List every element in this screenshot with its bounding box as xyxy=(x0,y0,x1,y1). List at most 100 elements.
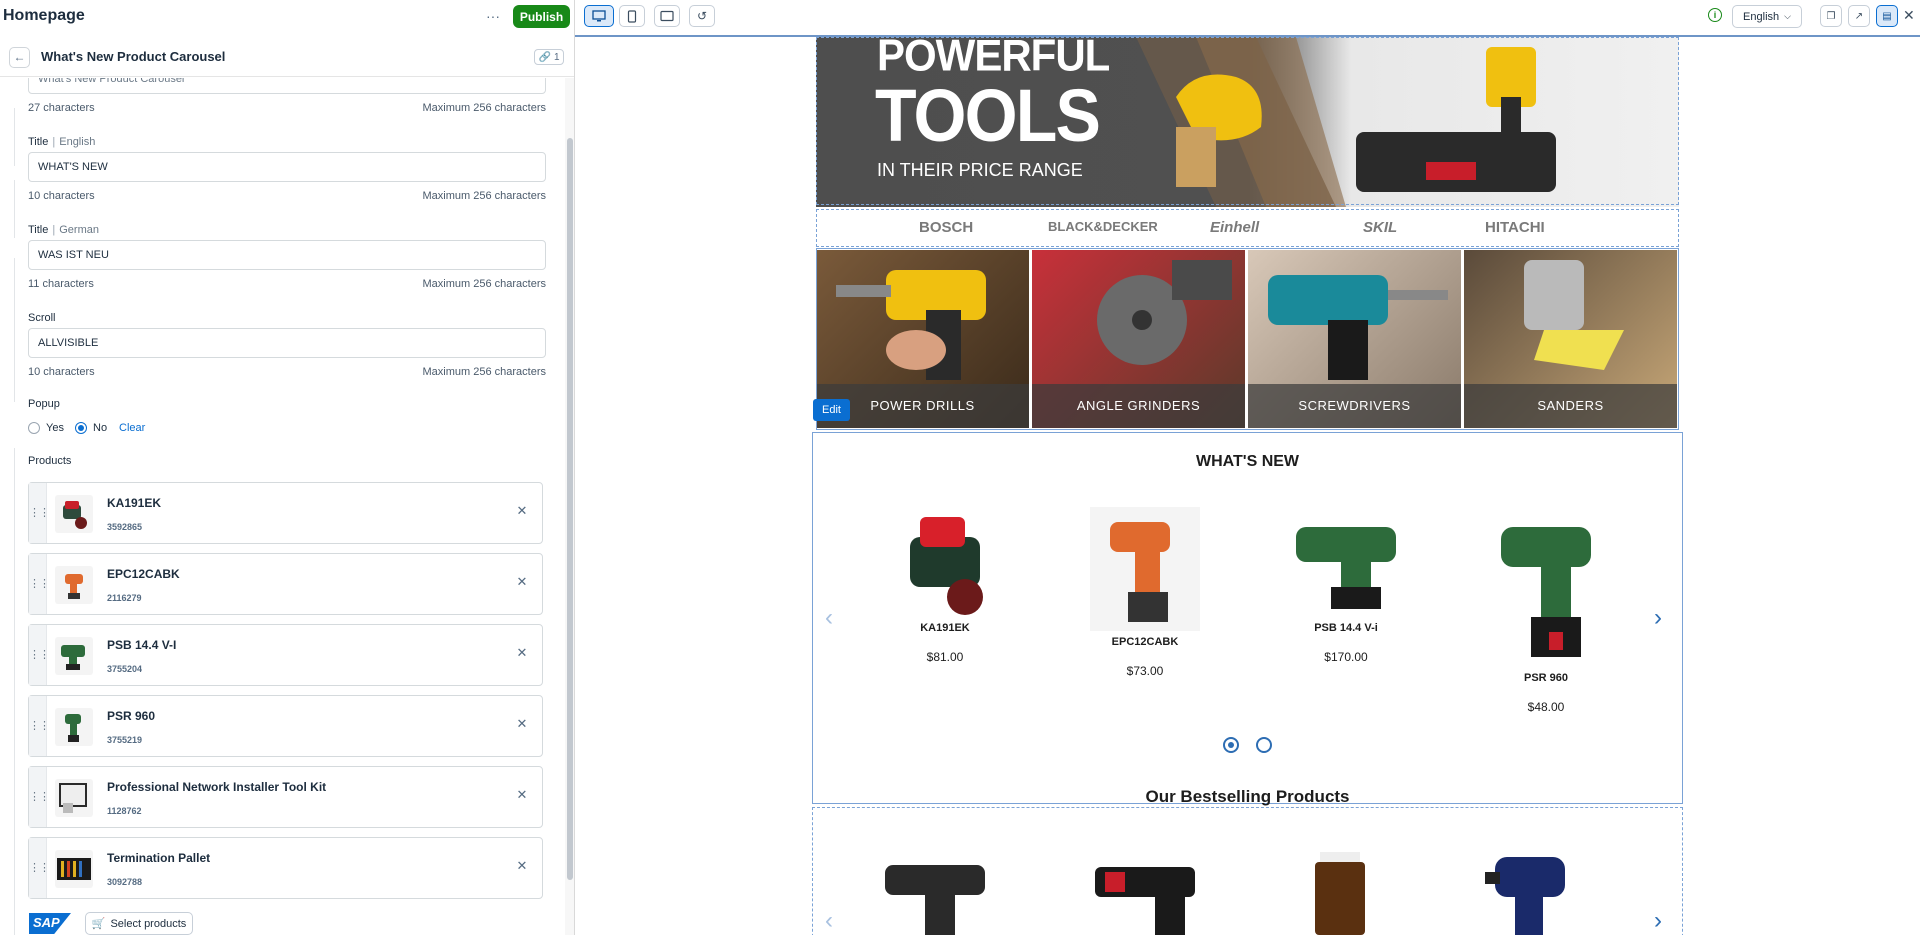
product-name: KA191EK xyxy=(920,622,970,634)
preview-toolbar: ↺ i English ⌵ ❐ ↗ ▤ ✕ xyxy=(575,0,1920,37)
desktop-icon xyxy=(592,10,606,22)
product-item[interactable]: ⋮⋮ EPC12CABK 2116279 ✕ xyxy=(28,553,543,615)
link-badge[interactable]: 🔗 1 xyxy=(534,49,564,65)
drag-handle-icon[interactable]: ⋮⋮ xyxy=(29,838,50,898)
tablet-icon xyxy=(660,10,674,22)
product-item[interactable]: ⋮⋮ PSR 960 3755219 ✕ xyxy=(28,695,543,757)
title-en-char-count: 10 characters xyxy=(28,190,95,202)
back-button[interactable]: ← xyxy=(9,47,30,68)
group-line xyxy=(14,258,15,402)
drag-handle-icon[interactable]: ⋮⋮ xyxy=(29,625,50,685)
radio-circle xyxy=(28,422,40,434)
remove-product-icon[interactable]: ✕ xyxy=(514,858,530,874)
desktop-view-button[interactable] xyxy=(584,5,614,27)
drag-handle-icon[interactable]: ⋮⋮ xyxy=(29,767,50,827)
product-thumbnail xyxy=(55,495,93,533)
product-image xyxy=(1501,527,1591,657)
product-image xyxy=(1090,507,1200,631)
editor-panel: Homepage ··· Publish ← What's New Produc… xyxy=(0,0,575,935)
scroll-max-label: Maximum 256 characters xyxy=(422,366,547,378)
component-outline xyxy=(816,248,1679,430)
group-line xyxy=(14,108,15,166)
product-name: EPC12CABK xyxy=(1111,636,1179,648)
product-name: PSB 14.4 V-i xyxy=(1314,622,1378,634)
carousel-product[interactable]: PSB 14.4 V-i $170.00 xyxy=(1276,507,1416,664)
carousel-product[interactable]: KA191EK $81.00 xyxy=(875,507,1015,664)
products-label: Products xyxy=(28,455,72,467)
product-name: KA191EK xyxy=(107,496,162,510)
select-products-button[interactable]: 🛒 Select products xyxy=(85,912,193,935)
remove-product-icon[interactable]: ✕ xyxy=(514,645,530,661)
drag-handle-icon[interactable]: ⋮⋮ xyxy=(29,554,50,614)
product-item[interactable]: ⋮⋮ PSB 14.4 V-I 3755204 ✕ xyxy=(28,624,543,686)
language-select[interactable]: English ⌵ xyxy=(1732,5,1802,28)
remove-product-icon[interactable]: ✕ xyxy=(514,503,530,519)
panel-toggle-button[interactable]: ▤ xyxy=(1876,5,1898,27)
publish-button[interactable]: Publish xyxy=(513,5,570,28)
bestselling-product-image[interactable] xyxy=(885,855,1005,935)
edit-button[interactable]: Edit xyxy=(813,399,850,421)
refresh-icon: ↺ xyxy=(696,9,708,23)
more-options-button[interactable]: ··· xyxy=(485,7,501,27)
carousel-page-dot-active[interactable] xyxy=(1223,737,1239,753)
product-price: $81.00 xyxy=(926,650,964,664)
product-name: PSR 960 xyxy=(1523,672,1569,684)
page-preview: POWERFUL TOOLS IN THEIR PRICE RANGE BOSC… xyxy=(575,37,1920,935)
component-name-input[interactable]: What's New Product Carousel xyxy=(28,78,546,94)
scrollbar-thumb[interactable] xyxy=(567,138,573,880)
product-thumbnail xyxy=(55,708,93,746)
select-products-label: Select products xyxy=(110,917,187,930)
bestselling-title: Our Bestselling Products xyxy=(1145,787,1350,806)
drag-handle-icon[interactable]: ⋮⋮ xyxy=(29,696,50,756)
cart-icon: 🛒 xyxy=(91,918,106,930)
product-name: PSB 14.4 V-I xyxy=(107,638,177,652)
title-en-input[interactable]: WHAT'S NEW xyxy=(28,152,546,182)
carousel-prev-icon[interactable]: ‹ xyxy=(825,604,833,632)
bestselling-product-image[interactable] xyxy=(1485,847,1575,935)
remove-product-icon[interactable]: ✕ xyxy=(514,787,530,803)
carousel-next-icon[interactable]: › xyxy=(1654,604,1662,632)
popup-no-radio[interactable]: No xyxy=(75,422,107,434)
bestselling-prev-icon[interactable]: ‹ xyxy=(825,907,833,935)
name-max-label: Maximum 256 characters xyxy=(422,102,547,114)
component-header: ← What's New Product Carousel 🔗 1 xyxy=(0,38,574,77)
product-item[interactable]: ⋮⋮ Termination Pallet 3092788 ✕ xyxy=(28,837,543,899)
tablet-view-button[interactable] xyxy=(654,5,680,27)
title-en-label: Title | English xyxy=(28,136,96,148)
panel-icon: ▤ xyxy=(1882,10,1892,22)
title-de-input[interactable]: WAS IST NEU xyxy=(28,240,546,270)
copy-button[interactable]: ❐ xyxy=(1820,5,1842,27)
carousel-page-dot[interactable] xyxy=(1256,737,1272,753)
product-price: $73.00 xyxy=(1126,664,1164,678)
close-icon[interactable]: ✕ xyxy=(1903,7,1915,24)
info-icon[interactable]: i xyxy=(1708,8,1722,22)
product-image xyxy=(910,517,983,615)
popup-no-label: No xyxy=(93,422,108,434)
remove-product-icon[interactable]: ✕ xyxy=(514,716,530,732)
product-item[interactable]: ⋮⋮ KA191EK 3592865 ✕ xyxy=(28,482,543,544)
language-value: English xyxy=(1743,10,1780,23)
product-id: 3092788 xyxy=(107,877,143,887)
popup-clear-link[interactable]: Clear xyxy=(119,422,145,434)
sap-logo-text: SAP xyxy=(33,915,60,930)
scroll-char-count: 10 characters xyxy=(28,366,95,378)
mobile-view-button[interactable] xyxy=(619,5,645,27)
component-outline xyxy=(816,209,1679,247)
bestselling-product-image[interactable] xyxy=(1315,852,1365,935)
bestselling-product-image[interactable] xyxy=(1085,852,1205,935)
popup-yes-radio[interactable]: Yes xyxy=(28,422,64,434)
carousel-product[interactable]: EPC12CABK $73.00 xyxy=(1075,507,1215,678)
refresh-button[interactable]: ↺ xyxy=(689,5,715,27)
product-item[interactable]: ⋮⋮ Professional Network Installer Tool K… xyxy=(28,766,543,828)
carousel-product[interactable]: PSR 960 $48.00 xyxy=(1476,507,1616,714)
link-count: 1 xyxy=(553,51,560,63)
title-de-label-text: Title xyxy=(28,224,49,236)
open-external-button[interactable]: ↗ xyxy=(1848,5,1870,27)
remove-product-icon[interactable]: ✕ xyxy=(514,574,530,590)
product-name: EPC12CABK xyxy=(107,567,180,581)
scroll-input[interactable]: ALLVISIBLE xyxy=(28,328,546,358)
product-image xyxy=(1296,527,1396,609)
group-line xyxy=(14,180,15,238)
bestselling-next-icon[interactable]: › xyxy=(1654,907,1662,935)
drag-handle-icon[interactable]: ⋮⋮ xyxy=(29,483,50,543)
